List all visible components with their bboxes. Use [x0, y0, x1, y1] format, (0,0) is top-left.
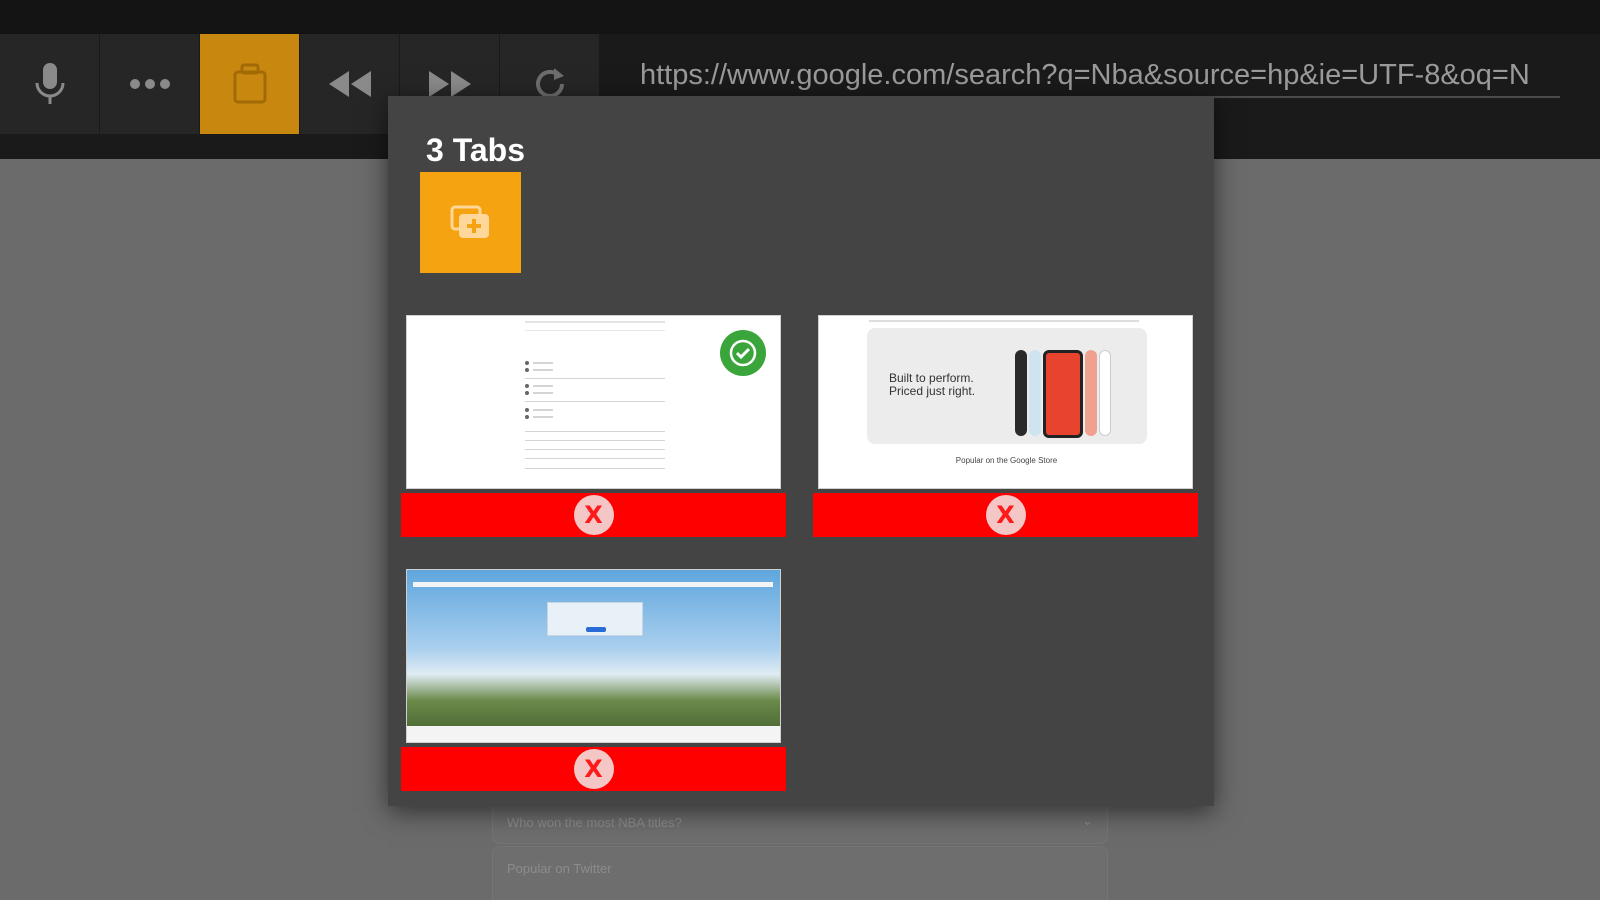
mini-dialog-button [586, 627, 606, 632]
background-question-text: Who won the most NBA titles? [507, 815, 682, 830]
fast-forward-icon [428, 71, 471, 97]
close-tab-button[interactable]: X [401, 493, 786, 537]
mini-dot [525, 415, 529, 419]
mini-line [533, 362, 553, 364]
mini-dot [525, 408, 529, 412]
chevron-down-icon: ⌄ [1082, 813, 1093, 828]
phone-image [1043, 350, 1083, 438]
mini-line [525, 330, 665, 331]
background-section: Popular on Twitter [492, 846, 1108, 900]
close-tab-button[interactable]: X [401, 747, 786, 791]
mini-dot [525, 368, 529, 372]
close-icon: X [985, 495, 1026, 535]
mini-search-bar [525, 321, 665, 323]
mini-line [533, 416, 553, 418]
mini-line [533, 409, 553, 411]
store-hero-banner: Built to perform. Priced just right. [867, 328, 1147, 444]
url-bar[interactable]: https://www.google.com/search?q=Nba&sour… [640, 52, 1560, 98]
close-tab-button[interactable]: X [813, 493, 1198, 537]
new-tab-button[interactable] [420, 172, 521, 273]
selected-check-icon [720, 330, 766, 376]
rewind-icon [328, 71, 371, 97]
tabs-icon [233, 63, 266, 104]
tab-switcher-panel: 3 Tabs X Built to perform. Priced just r… [388, 96, 1214, 806]
microphone-button[interactable] [0, 34, 99, 134]
mini-line [525, 449, 665, 450]
status-strip [0, 0, 1600, 34]
mini-line [533, 369, 553, 371]
background-section-title: Popular on Twitter [507, 861, 612, 876]
store-headline: Built to perform. Priced just right. [889, 371, 976, 398]
mini-dot [525, 384, 529, 388]
mini-line [525, 458, 665, 459]
mini-dialog [547, 602, 643, 636]
mini-line [525, 431, 665, 432]
mini-line [533, 392, 553, 394]
microphone-icon [35, 63, 64, 104]
phone-image [1099, 350, 1111, 436]
phone-image [1029, 350, 1041, 436]
close-icon: X [573, 749, 614, 789]
tab-thumbnail[interactable] [406, 315, 781, 489]
phone-image [1085, 350, 1097, 436]
mini-line [533, 385, 553, 387]
tab-thumbnail[interactable] [406, 569, 781, 743]
phone-image [1015, 350, 1027, 436]
back-button[interactable] [300, 34, 399, 134]
mini-line [525, 401, 665, 402]
mini-line [525, 378, 665, 379]
wallpaper-image [407, 570, 780, 742]
new-tab-icon [450, 205, 489, 238]
mini-line [525, 468, 665, 469]
mini-nav-bar [869, 320, 1139, 322]
tab-thumbnail[interactable]: Built to perform. Priced just right. Pop… [818, 315, 1193, 489]
more-dots-icon [129, 79, 170, 89]
mini-dot [525, 391, 529, 395]
close-icon: X [573, 495, 614, 535]
mini-line [525, 440, 665, 441]
more-menu-button[interactable] [100, 34, 199, 134]
mini-footer-bar [407, 726, 780, 742]
tab-count-title: 3 Tabs [426, 132, 525, 168]
store-subhead: Popular on the Google Store [955, 456, 1058, 465]
mini-dot [525, 361, 529, 365]
background-question-row: Who won the most NBA titles? ⌄ [492, 800, 1108, 844]
mini-address-bar [413, 582, 773, 587]
tabs-button[interactable] [200, 34, 299, 134]
